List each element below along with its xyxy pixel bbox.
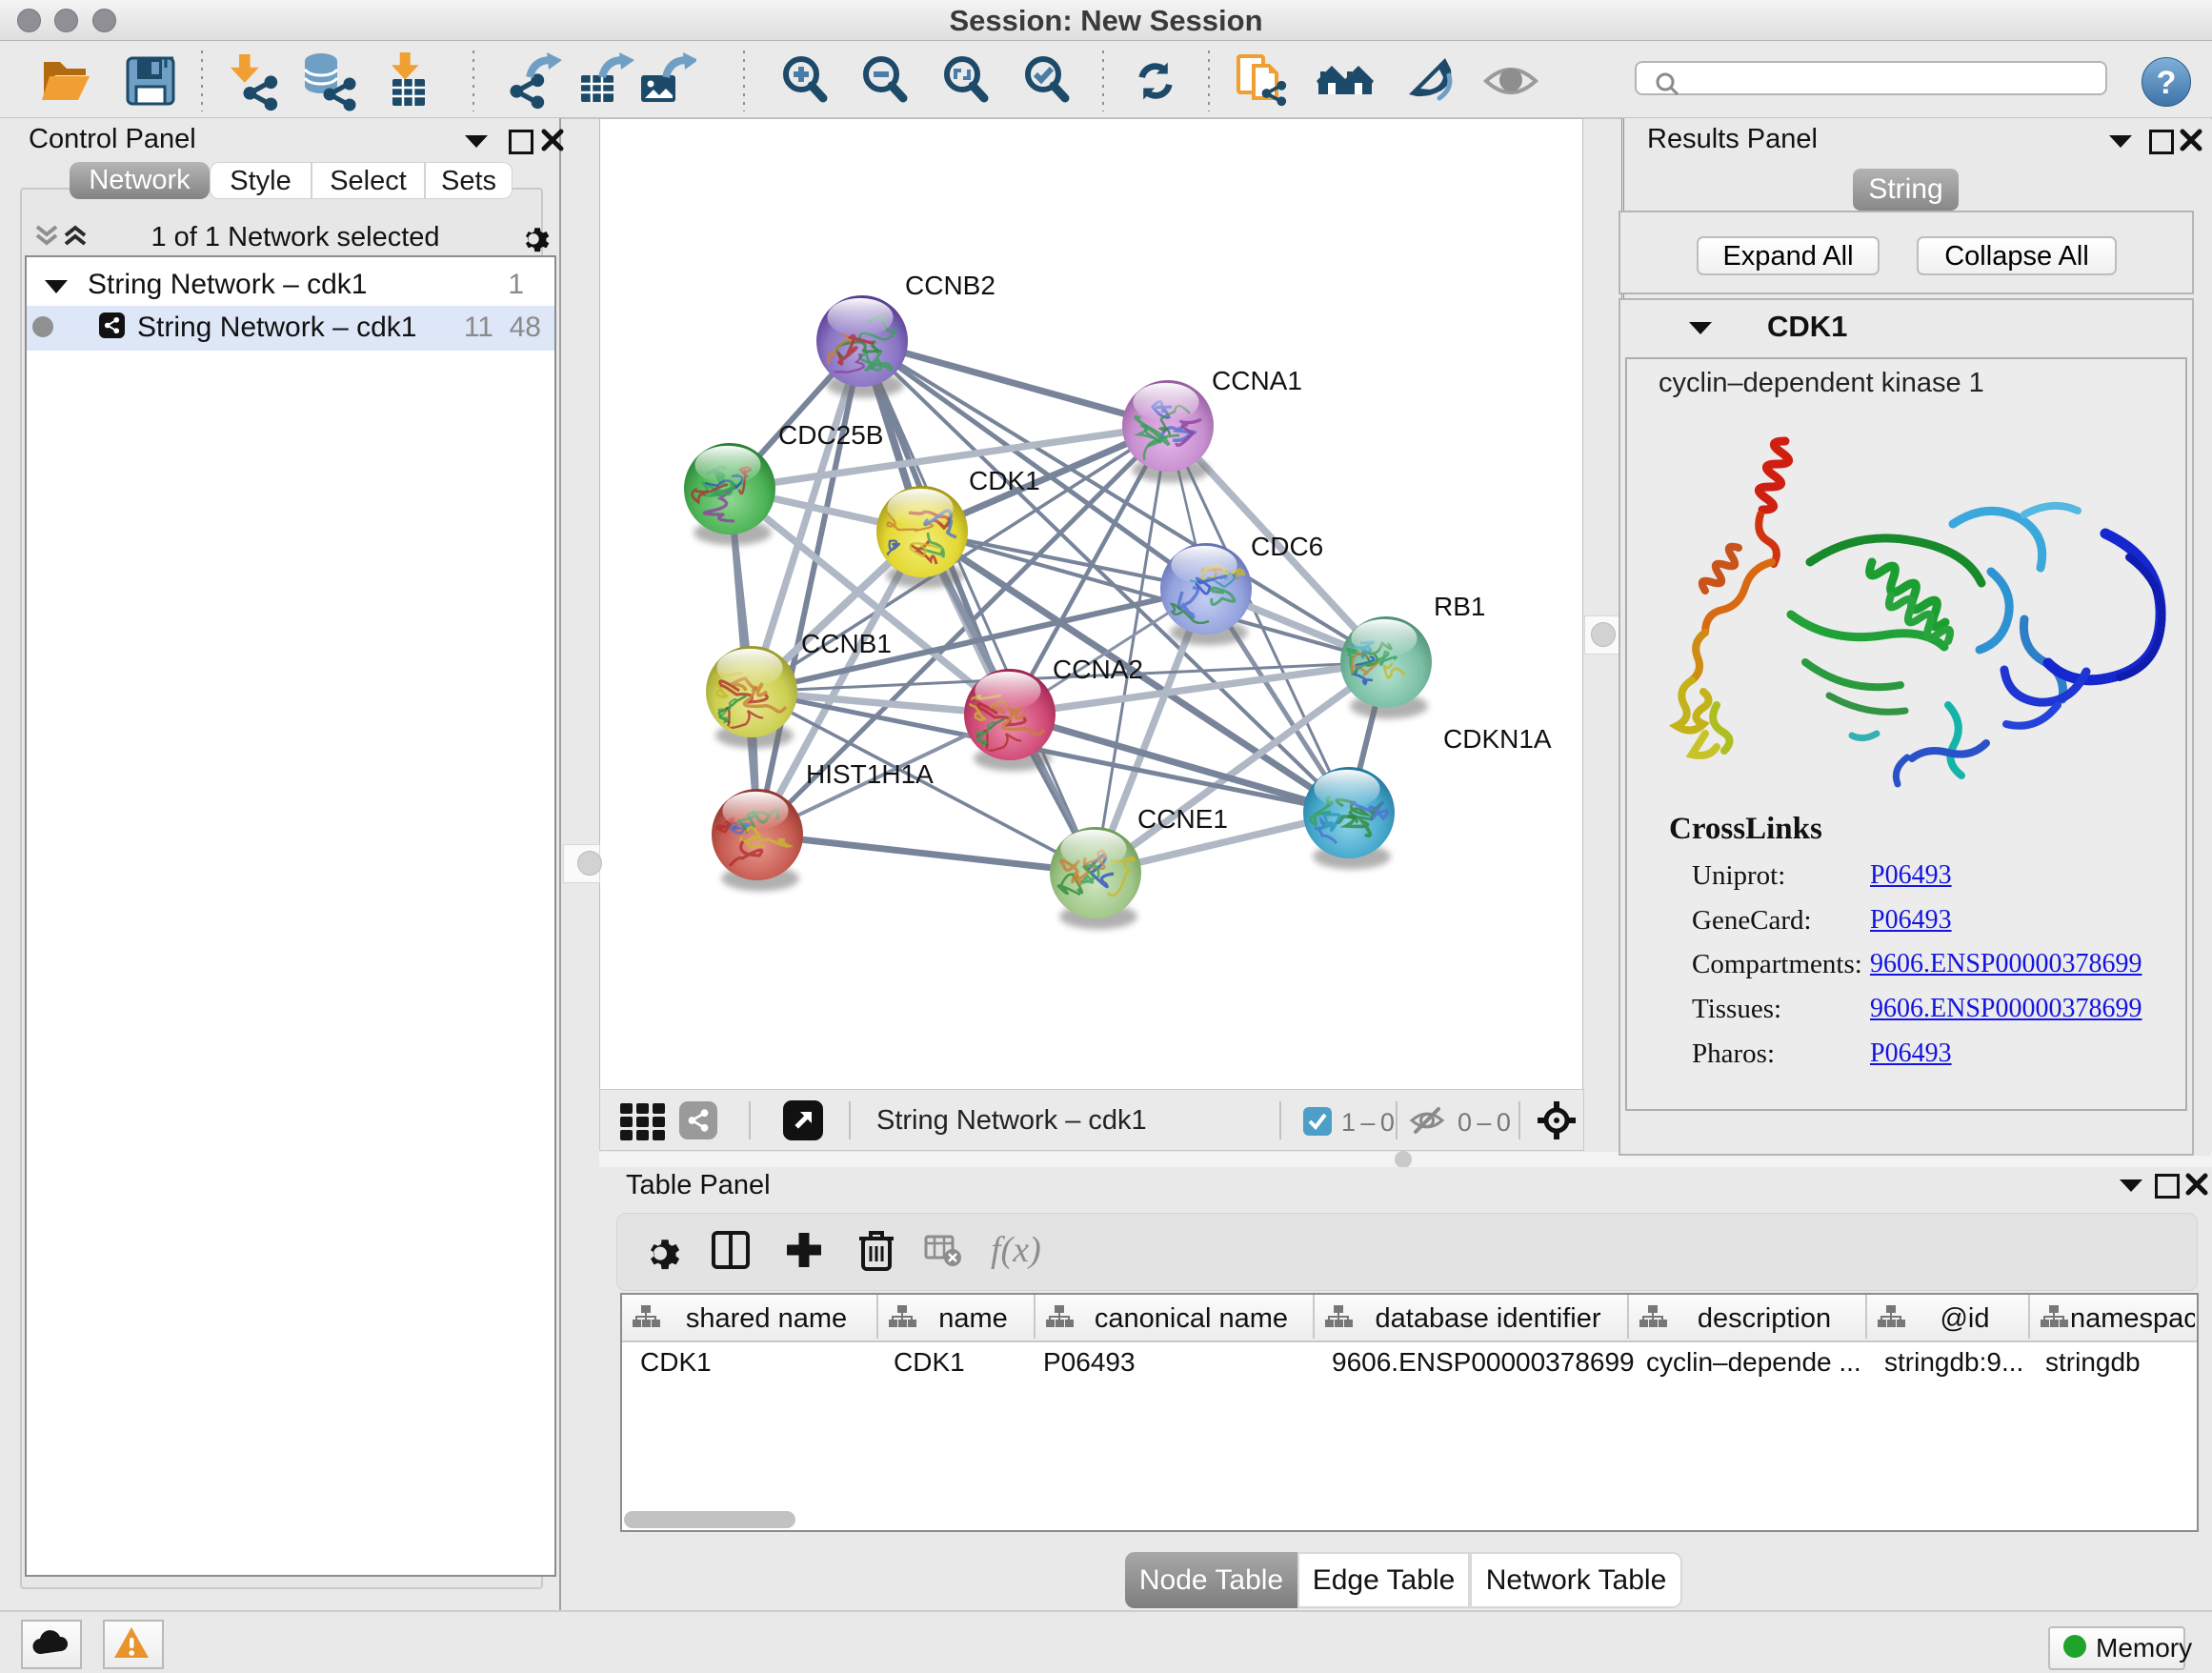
svg-text:CDKN1A: CDKN1A [1443, 724, 1552, 754]
svg-text:CDC6: CDC6 [1251, 532, 1323, 561]
svg-text:CCNB1: CCNB1 [801, 629, 892, 658]
svg-text:CCNB2: CCNB2 [905, 271, 995, 300]
svg-text:HIST1H1A: HIST1H1A [806, 759, 934, 789]
svg-text:CCNE1: CCNE1 [1137, 804, 1228, 834]
svg-text:CCNA1: CCNA1 [1212, 366, 1302, 395]
svg-text:RB1: RB1 [1434, 592, 1485, 621]
svg-text:CDC25B: CDC25B [778, 420, 883, 450]
svg-text:CCNA2: CCNA2 [1053, 655, 1143, 684]
svg-text:CDK1: CDK1 [969, 466, 1040, 495]
